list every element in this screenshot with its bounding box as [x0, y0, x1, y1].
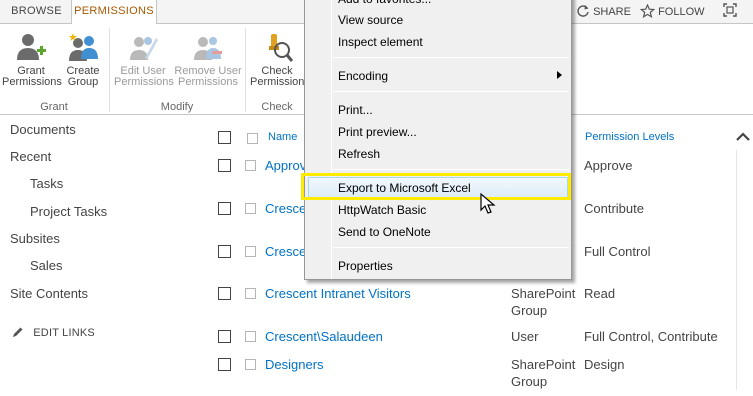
- remove-user-permissions-button[interactable]: Remove User Permissions: [174, 32, 242, 88]
- context-menu: Add to favorites... View source Inspect …: [304, 0, 572, 280]
- row-type-line2: Group: [511, 374, 548, 389]
- row-name-link[interactable]: Approv: [265, 157, 306, 174]
- row-checkbox[interactable]: [218, 358, 231, 371]
- row-permission: Full Control: [584, 244, 651, 259]
- nav-item-sales[interactable]: Sales: [30, 258, 63, 273]
- row-name-link[interactable]: Crescent Intranet Visitors: [265, 285, 411, 302]
- share-button[interactable]: SHARE: [576, 3, 631, 21]
- grant-label-2: Permissions: [2, 76, 62, 88]
- nav-item-tasks[interactable]: Tasks: [30, 176, 63, 191]
- vertical-scrollbar[interactable]: [736, 150, 750, 390]
- nav-item-recent[interactable]: Recent: [10, 149, 51, 164]
- menu-item-refresh[interactable]: Refresh: [338, 143, 380, 165]
- menu-item-inspect-element[interactable]: Inspect element: [338, 31, 423, 53]
- nav-item-project-tasks[interactable]: Project Tasks: [30, 204, 107, 219]
- row-type-line2: Group: [511, 303, 548, 318]
- create-label-2: Group: [67, 76, 99, 88]
- edit-links-label: EDIT LINKS: [33, 327, 95, 339]
- menu-item-properties[interactable]: Properties: [338, 255, 393, 277]
- menu-item-view-source[interactable]: View source: [338, 9, 403, 31]
- row-permission: Full Control, Contribute: [584, 329, 718, 344]
- menu-item-encoding[interactable]: Encoding: [338, 65, 388, 87]
- row-name-link[interactable]: Designers: [265, 356, 324, 373]
- row-select[interactable]: [245, 246, 256, 257]
- ribbon-divider: [109, 28, 110, 112]
- menu-item-send-to-onenote[interactable]: Send to OneNote: [338, 221, 431, 243]
- row-permission: Contribute: [584, 201, 644, 216]
- menu-separator: [333, 57, 569, 58]
- focus-icon: [723, 3, 737, 17]
- menu-item-httpwatch[interactable]: HttpWatch Basic: [338, 199, 426, 221]
- menu-separator: [333, 169, 569, 170]
- create-group-icon: [69, 33, 98, 61]
- nav-item-documents[interactable]: Documents: [10, 122, 76, 137]
- edit-user-permissions-button[interactable]: Edit User Permissions: [114, 32, 174, 88]
- menu-separator: [333, 247, 569, 248]
- group-label-check: Check: [261, 101, 293, 113]
- grant-permissions-icon: [17, 34, 46, 60]
- row-select[interactable]: [245, 331, 256, 342]
- ribbon-divider: [245, 28, 246, 112]
- menu-item-print[interactable]: Print...: [338, 99, 373, 121]
- nav-item-subsites[interactable]: Subsites: [10, 231, 60, 246]
- row-checkbox[interactable]: [218, 202, 231, 215]
- row-checkbox[interactable]: [218, 287, 231, 300]
- remove-label-2: Permissions: [178, 76, 238, 88]
- row-checkbox[interactable]: [218, 330, 231, 343]
- submenu-arrow-icon: [557, 71, 562, 79]
- mouse-pointer-icon: [480, 193, 496, 214]
- row-select[interactable]: [245, 203, 256, 214]
- row-select[interactable]: [245, 288, 256, 299]
- row-checkbox[interactable]: [218, 245, 231, 258]
- menu-gutter: [331, 0, 332, 279]
- row-permission: Read: [584, 286, 616, 301]
- row-type: User: [511, 329, 539, 344]
- follow-button[interactable]: FOLLOW: [639, 3, 705, 21]
- row-type: SharePoint: [511, 357, 576, 372]
- share-icon: [577, 5, 589, 17]
- menu-item-print-preview[interactable]: Print preview...: [338, 121, 417, 143]
- row-permission: Design: [584, 357, 625, 372]
- follow-label: FOLLOW: [658, 6, 705, 18]
- check-label-2: Permission: [250, 76, 305, 88]
- row-select[interactable]: [245, 160, 256, 171]
- row-checkbox[interactable]: [218, 159, 231, 172]
- tab-browse[interactable]: BROWSE: [5, 0, 68, 24]
- group-label-grant: Grant: [40, 101, 68, 113]
- edit-label-2: Permissions: [114, 76, 174, 88]
- remove-user-permissions-icon: [194, 37, 222, 60]
- star-icon: [639, 3, 656, 19]
- scroll-up-arrow-icon[interactable]: [734, 128, 752, 146]
- row-select[interactable]: [245, 359, 256, 370]
- create-group-button[interactable]: Create Group: [62, 32, 104, 88]
- row-type: SharePoint: [511, 286, 576, 301]
- edit-user-permissions-icon: [130, 37, 158, 60]
- column-header-permission-levels[interactable]: Permission Levels: [585, 131, 674, 143]
- tab-permissions[interactable]: PERMISSIONS: [71, 0, 157, 25]
- pencil-icon: [13, 327, 23, 337]
- select-all-checkbox[interactable]: [218, 131, 231, 144]
- column-header-name[interactable]: Name: [268, 131, 297, 143]
- check-permissions-icon: [269, 34, 293, 62]
- header-checkbox[interactable]: [247, 133, 258, 144]
- row-permission: Approve: [584, 158, 633, 173]
- menu-separator: [333, 91, 569, 92]
- check-permissions-button[interactable]: Check Permission: [250, 32, 304, 88]
- grant-permissions-button[interactable]: Grant Permissions: [2, 32, 62, 88]
- group-label-modify: Modify: [160, 101, 194, 113]
- annotation-highlight-box: [301, 173, 571, 200]
- share-label: SHARE: [593, 6, 631, 18]
- focus-content-button[interactable]: [722, 2, 738, 20]
- row-name-link[interactable]: Crescent\Salaudeen: [265, 328, 383, 345]
- nav-item-site-contents[interactable]: Site Contents: [10, 286, 88, 301]
- edit-links-button[interactable]: EDIT LINKS: [12, 326, 95, 339]
